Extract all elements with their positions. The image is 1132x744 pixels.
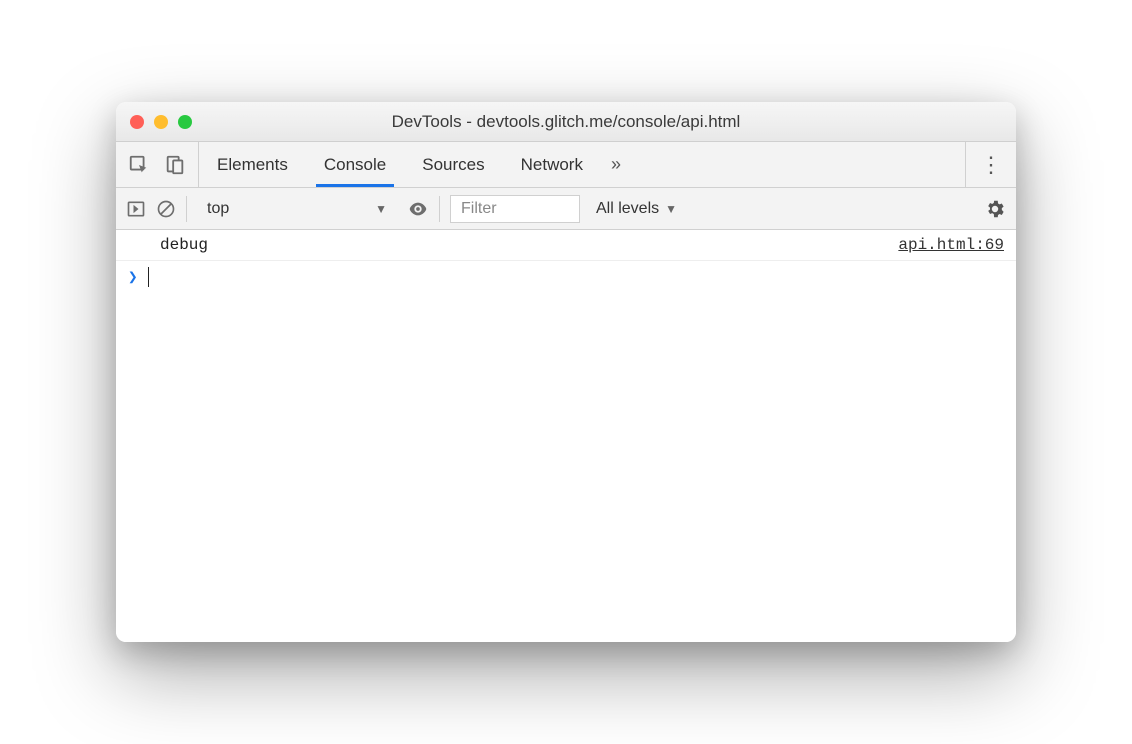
- log-levels-label: All levels: [596, 200, 659, 218]
- filter-input[interactable]: [450, 195, 580, 223]
- tab-label: Console: [324, 155, 386, 175]
- devtools-window: DevTools - devtools.glitch.me/console/ap…: [116, 102, 1016, 642]
- tabs-right-controls: ⋮: [965, 142, 1016, 187]
- chevron-double-right-icon: »: [611, 154, 621, 175]
- minimize-window-button[interactable]: [154, 115, 168, 129]
- log-levels-selector[interactable]: All levels ▼: [590, 200, 683, 218]
- window-titlebar: DevTools - devtools.glitch.me/console/ap…: [116, 102, 1016, 142]
- tab-sources[interactable]: Sources: [404, 142, 502, 187]
- close-window-button[interactable]: [130, 115, 144, 129]
- log-message: debug: [160, 236, 208, 254]
- tab-label: Elements: [217, 155, 288, 175]
- log-source-link[interactable]: api.html:69: [898, 236, 1004, 254]
- console-output: debug api.html:69 ❯: [116, 230, 1016, 642]
- device-toggle-icon[interactable]: [164, 154, 186, 176]
- prompt-chevron-icon: ❯: [128, 267, 138, 287]
- panel-tabs: Elements Console Sources Network »: [199, 142, 965, 187]
- window-title: DevTools - devtools.glitch.me/console/ap…: [116, 112, 1016, 132]
- console-toolbar: top ▼ All levels ▼: [116, 188, 1016, 230]
- text-cursor: [148, 267, 149, 287]
- console-prompt-row[interactable]: ❯: [116, 261, 1016, 293]
- tab-elements[interactable]: Elements: [199, 142, 306, 187]
- traffic-lights: [116, 115, 192, 129]
- context-selector[interactable]: top ▼: [197, 196, 397, 222]
- clear-console-icon[interactable]: [156, 199, 176, 219]
- tabs-left-controls: [116, 142, 199, 187]
- context-selector-value: top: [207, 200, 229, 218]
- tab-network[interactable]: Network: [503, 142, 601, 187]
- inspect-element-icon[interactable]: [128, 154, 150, 176]
- maximize-window-button[interactable]: [178, 115, 192, 129]
- toolbar-divider: [439, 196, 440, 222]
- live-expression-icon[interactable]: [407, 198, 429, 220]
- tab-console[interactable]: Console: [306, 142, 404, 187]
- toolbar-divider: [186, 196, 187, 222]
- log-row: debug api.html:69: [116, 230, 1016, 261]
- tabs-overflow[interactable]: »: [601, 142, 631, 187]
- tab-label: Network: [521, 155, 583, 175]
- settings-gear-icon[interactable]: [984, 198, 1006, 220]
- tabs-bar: Elements Console Sources Network » ⋮: [116, 142, 1016, 188]
- tab-label: Sources: [422, 155, 484, 175]
- chevron-down-icon: ▼: [665, 202, 677, 216]
- kebab-menu-icon[interactable]: ⋮: [980, 152, 1002, 178]
- chevron-down-icon: ▼: [375, 202, 387, 216]
- toggle-sidebar-icon[interactable]: [126, 199, 146, 219]
